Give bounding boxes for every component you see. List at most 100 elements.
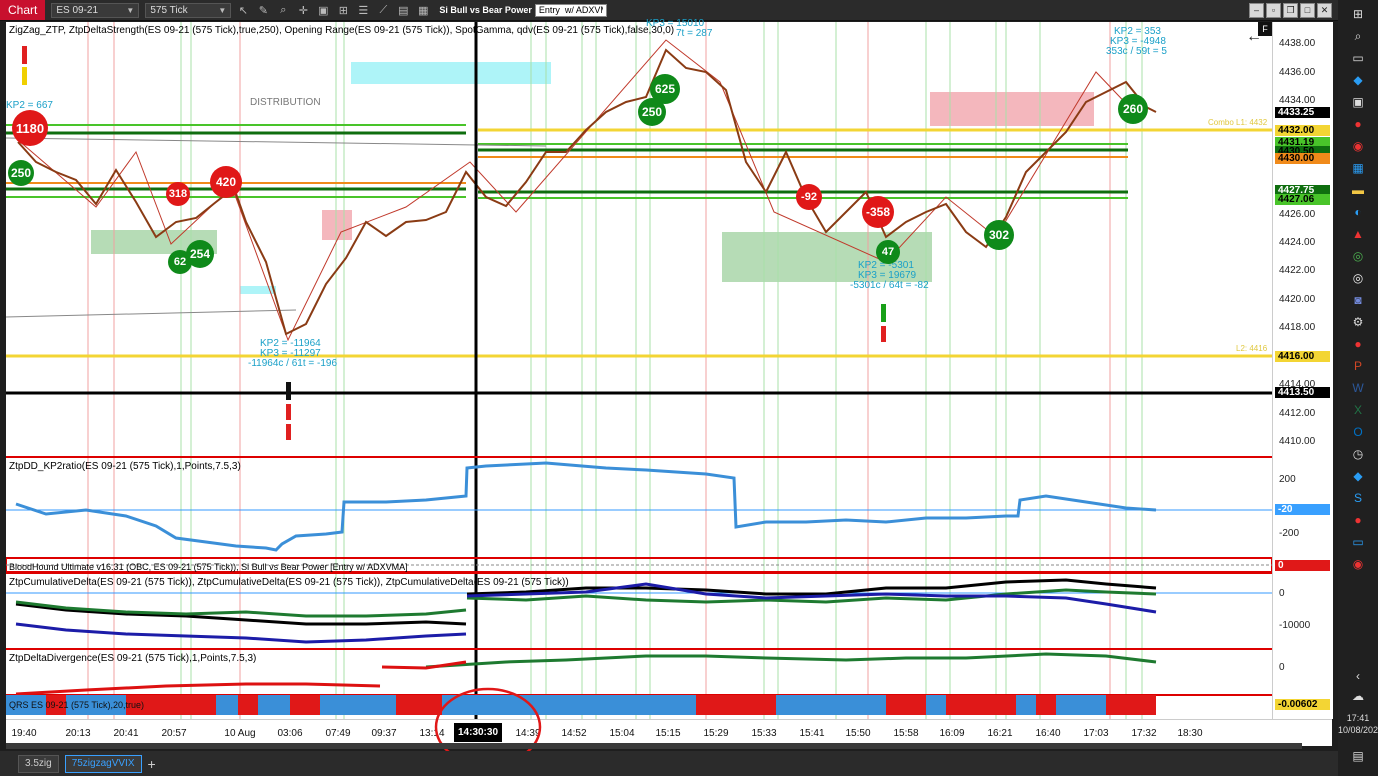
delta-bubble: 1180 [12, 110, 48, 146]
tab-3-5zig[interactable]: 3.5zig [18, 754, 59, 773]
time-label: 16:40 [1035, 728, 1061, 739]
price-tick: 4410.00 [1279, 436, 1316, 447]
price-tick: 4418.00 [1279, 322, 1316, 333]
app-icon[interactable]: ◆ [1350, 468, 1366, 484]
price-axis[interactable]: 4438.00 4436.00 4434.00 4433.25 4432.00 … [1272, 22, 1333, 719]
app-icon[interactable]: ● [1350, 116, 1366, 132]
chart-canvas[interactable]: ZigZag_ZTP, ZtpDeltaStrength(ES 09-21 (5… [6, 18, 1272, 719]
app-icon[interactable]: ● [1350, 512, 1366, 528]
powerpoint-icon[interactable]: P [1350, 358, 1366, 374]
delta-bubble: 420 [210, 166, 242, 198]
level-tag: 4430.00 [1275, 153, 1330, 164]
time-label: 07:49 [325, 728, 351, 739]
system-clock[interactable]: 17:41 10/08/2021 [1338, 712, 1378, 736]
chat-icon[interactable]: ▭ [1350, 534, 1366, 550]
panel5-tick: 0 [1279, 662, 1285, 673]
discord-icon[interactable]: ◙ [1350, 292, 1366, 308]
notification-icon[interactable]: ▤ [1350, 748, 1366, 764]
combo-level-label: Combo L1: 4432 [1208, 118, 1268, 127]
excel-icon[interactable]: X [1350, 402, 1366, 418]
gear-icon[interactable]: ⚙ [1350, 314, 1366, 330]
word-icon[interactable]: W [1350, 380, 1366, 396]
skype-icon[interactable]: S [1350, 490, 1366, 506]
main-indicator-title: ZigZag_ZTP, ZtpDeltaStrength(ES 09-21 (5… [9, 25, 675, 36]
search-icon[interactable]: ⌕ [1350, 28, 1366, 44]
strategy-icon[interactable]: ⊞ [335, 2, 351, 18]
app-icon[interactable]: ▦ [1350, 160, 1366, 176]
app-icon[interactable]: ● [1350, 336, 1366, 352]
flat-icon[interactable]: F [1258, 22, 1272, 36]
edge-icon[interactable]: ◐ [1350, 204, 1366, 220]
tab-75zigzagvvix[interactable]: 75zigzagVVIX [64, 754, 142, 773]
last-price-tag: 4433.25 [1275, 107, 1330, 118]
time-label: 17:03 [1083, 728, 1109, 739]
clock-app-icon[interactable]: ◷ [1350, 446, 1366, 462]
chrome-icon[interactable]: ◎ [1350, 248, 1366, 264]
app-icon[interactable]: ◉ [1350, 556, 1366, 572]
instrument-selector[interactable]: ES 09-21 ▼ [51, 2, 140, 18]
app-icon[interactable]: ◉ [1350, 138, 1366, 154]
folder-icon[interactable]: ▬ [1350, 182, 1366, 198]
panel3-value-tag: 0 [1275, 560, 1330, 571]
price-tick: 4426.00 [1279, 209, 1316, 220]
outlook-icon[interactable]: O [1350, 424, 1366, 440]
layout-icon[interactable]: ▫ [1266, 3, 1281, 18]
close-icon[interactable]: ✕ [1317, 3, 1332, 18]
pointer-icon[interactable]: ↖ [235, 2, 251, 18]
zoom-icon[interactable]: ⌕ [275, 2, 291, 18]
l2-price-tag: 4416.00 [1275, 351, 1330, 362]
panel2-tick: 200 [1279, 474, 1296, 485]
clock-date: 10/08/2021 [1338, 725, 1378, 735]
properties-icon[interactable]: ▣ [315, 2, 331, 18]
drawing-tools-icon[interactable]: ⟋ [375, 2, 391, 18]
price-tick: 4436.00 [1279, 67, 1316, 78]
pencil-icon[interactable]: ✎ [255, 2, 271, 18]
panel4-title: ZtpCumulativeDelta(ES 09-21 (575 Tick)),… [9, 577, 569, 588]
maximize-icon[interactable]: □ [1300, 3, 1315, 18]
panel2-tick: -200 [1279, 528, 1300, 539]
kp-mid-3: -11964c / 61t = -196 [248, 358, 338, 369]
add-tab-button[interactable]: + [148, 756, 156, 772]
interval-selector[interactable]: 575 Tick ▼ [145, 2, 232, 18]
restore-icon[interactable]: ❐ [1283, 3, 1298, 18]
windows-start-icon[interactable]: ⊞ [1350, 6, 1366, 22]
clock-time: 17:41 [1346, 713, 1370, 723]
chevron-down-icon: ▼ [126, 5, 135, 15]
time-label: 14:52 [561, 728, 587, 739]
time-label: 15:04 [609, 728, 635, 739]
panel2-value-tag: -20 [1275, 504, 1330, 515]
chart-tab[interactable]: Chart [0, 0, 46, 20]
indicators-icon[interactable]: ☰ [355, 2, 371, 18]
time-label: 10 Aug [224, 728, 256, 739]
horizontal-scrollbar[interactable] [6, 743, 1302, 749]
panel6-title: QRS ES 09-21 (575 Tick),20,true) [9, 700, 145, 710]
level-tag: 4427.06 [1275, 194, 1330, 205]
panel3-title: BloodHound Ultimate v16.31 (OBC, ES 09-2… [9, 562, 408, 572]
templates-icon[interactable]: ▤ [395, 2, 411, 18]
time-axis[interactable]: 19:40 20:13 20:41 20:57 10 Aug 03:06 07:… [6, 687, 1332, 767]
crosshair-icon[interactable]: ✛ [295, 2, 311, 18]
window-buttons: – ▫ ❐ □ ✕ [1247, 3, 1332, 18]
price-chart-svg [6, 22, 1272, 719]
combo-price-tag: 4432.00 [1275, 125, 1330, 136]
time-label: 20:57 [161, 728, 187, 739]
cloud-icon[interactable]: ☁ [1350, 688, 1366, 704]
delta-bubble: -92 [796, 184, 822, 210]
panel4-tick: -10000 [1279, 620, 1311, 631]
price-tick: 4412.00 [1279, 408, 1316, 419]
task-view-icon[interactable]: ▭ [1350, 50, 1366, 66]
data-box-icon[interactable]: ▦ [415, 2, 431, 18]
chevron-down-icon: ▼ [218, 5, 227, 15]
time-label: 03:06 [277, 728, 303, 739]
shield-icon[interactable]: ◆ [1350, 72, 1366, 88]
delta-bubble: -358 [862, 196, 894, 228]
time-label: 17:32 [1131, 728, 1157, 739]
chrome-icon[interactable]: ◎ [1350, 270, 1366, 286]
minimize-icon[interactable]: – [1249, 3, 1264, 18]
entry-field[interactable] [534, 3, 607, 17]
panel2-title: ZtpDD_KP2ratio(ES 09-21 (575 Tick),1,Poi… [9, 461, 241, 472]
time-label: 16:09 [939, 728, 965, 739]
chevron-left-icon[interactable]: ‹ [1350, 668, 1366, 684]
ninjatrader-icon[interactable]: ▲ [1350, 226, 1366, 242]
monitor-icon[interactable]: ▣ [1350, 94, 1366, 110]
